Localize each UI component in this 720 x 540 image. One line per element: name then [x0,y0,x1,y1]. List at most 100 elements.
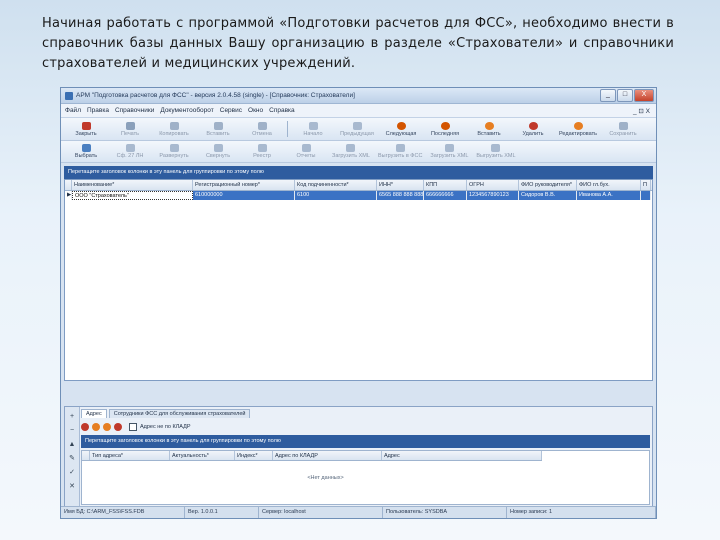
column-header[interactable]: Тип адреса* [90,451,170,460]
paste-button[interactable]: Вставить [197,119,239,139]
status-user: Пользователь: SYSDBA [383,507,507,518]
next-icon [396,121,406,130]
menu-edit[interactable]: Правка [87,107,109,114]
column-header[interactable]: Адрес по КЛАДР [273,451,382,460]
status-db: Имя БД: C:\ARM_FSS\FSS.FDB [61,507,185,518]
undo-icon [257,121,267,130]
registry-button[interactable]: Реестр [241,142,283,162]
menu-bar: Файл Правка Справочники Документооборот … [61,104,656,118]
column-header[interactable]: ОГРН [467,180,519,190]
status-bar: Имя БД: C:\ARM_FSS\FSS.FDB Вер. 1.0.0.1 … [61,506,656,518]
cell-extra[interactable] [641,191,651,200]
xml-export-icon [491,144,501,152]
menu-window[interactable]: Окно [248,107,263,114]
prev-icon [352,121,362,130]
minimize-button[interactable]: _ [600,89,616,102]
copy-button[interactable]: Копировать [153,119,195,139]
column-header[interactable]: Наименование* [72,180,193,190]
cell-ogrn[interactable]: 1234567890123 [467,191,519,200]
delete-record-icon[interactable] [114,422,122,431]
select-icon [81,144,91,152]
mdi-window-controls[interactable]: _ ⊡ X [633,107,650,115]
up-icon[interactable]: ▲ [68,441,76,449]
edit-record-icon[interactable] [103,422,111,431]
save-icon [618,121,628,130]
add-icon[interactable]: + [68,413,76,421]
cell-name[interactable]: ООО "Страхователь" [72,191,193,200]
expand-button[interactable]: Развернуть [153,142,195,162]
column-header[interactable]: КПП [424,180,467,190]
status-record: Номер записи: 1 [507,507,656,518]
check-icon[interactable]: ✓ [68,469,76,477]
export-icon [395,144,405,152]
close-button[interactable]: X [634,89,654,102]
tab-fss-staff[interactable]: Сотрудники ФСС для обслуживания страхова… [108,409,251,418]
cell-subordination-code[interactable]: 6100 [295,191,377,200]
next-record-button[interactable]: Следующая [380,119,422,139]
title-bar: АРМ "Подготовка расчетов для ФСС" - верс… [61,88,656,104]
remove-icon[interactable]: − [68,427,76,435]
menu-references[interactable]: Справочники [115,107,154,114]
printer-icon [125,121,135,130]
print-button[interactable]: Печать [109,119,151,139]
save-button[interactable]: Сохранить [602,119,644,139]
column-header[interactable]: Регистрационный номер* [193,180,295,190]
first-record-button[interactable]: Начало [292,119,334,139]
address-grid-header: Тип адреса* Актуальность* Индекс* Адрес … [82,451,542,461]
row-pointer-icon: ▶ [67,191,72,200]
tab-address[interactable]: Адрес [81,409,107,418]
column-header[interactable]: ФИО руководителя* [519,180,577,190]
form-icon [125,144,135,152]
registry-icon [257,144,267,152]
close-doc-icon [81,121,91,130]
record-icon[interactable] [81,422,89,431]
export-xml-button[interactable]: Выгрузить XML [473,142,518,162]
delete-button[interactable]: Удалить [512,119,554,139]
grid-header: Наименование* Регистрационный номер* Код… [65,180,652,191]
expand-icon [169,144,179,152]
column-header[interactable]: ФИО гл.бух. [577,180,641,190]
menu-docflow[interactable]: Документооборот [160,107,213,114]
cell-kpp[interactable]: 666666666 [424,191,467,200]
menu-service[interactable]: Сервис [220,107,242,114]
group-by-panel[interactable]: Перетащите заголовок колонки в эту панел… [64,166,653,179]
last-record-button[interactable]: Последняя [424,119,466,139]
insert-button[interactable]: Вставить [468,119,510,139]
form27-button[interactable]: Сф. 27 ЛН [109,142,151,162]
maximize-button[interactable]: □ [617,89,633,102]
column-header[interactable]: Адрес [382,451,542,460]
edit-button[interactable]: Редактировать [556,119,600,139]
column-header[interactable]: П [641,180,651,190]
menu-help[interactable]: Справка [269,107,295,114]
column-header[interactable]: ИНН* [377,180,424,190]
cell-accountant[interactable]: Иванова А.А. [577,191,641,200]
close-doc-button[interactable]: Закрыть [65,119,107,139]
cell-director[interactable]: Сидоров В.В. [519,191,577,200]
add-record-icon[interactable] [92,422,100,431]
reports-icon [301,144,311,152]
status-version: Вер. 1.0.0.1 [185,507,259,518]
prev-record-button[interactable]: Предыдущая [336,119,378,139]
column-header[interactable]: Код подчиненности* [295,180,377,190]
edit-icon [573,121,583,130]
detail-group-by-panel[interactable]: Перетащите заголовок колонки в эту панел… [81,435,650,448]
menu-file[interactable]: Файл [65,107,81,114]
cell-inn[interactable]: 6565 888 888 888888888 [377,191,424,200]
edit-icon[interactable]: ✎ [68,455,76,463]
cell-reg-number[interactable]: 610000000 [193,191,295,200]
column-header[interactable]: Актуальность* [170,451,235,460]
collapse-button[interactable]: Свернуть [197,142,239,162]
export-fss-button[interactable]: Выгрузить в ФСС [375,142,425,162]
cancel-icon[interactable]: ✕ [68,483,76,491]
select-button[interactable]: Выбрать [65,142,107,162]
load-xml-button[interactable]: Загрузить XML [329,142,373,162]
detail-toolbar: Адрес не по КЛАДР [81,420,650,433]
column-header[interactable]: Индекс* [235,451,273,460]
reports-button[interactable]: Отчеты [285,142,327,162]
undo-button[interactable]: Отмена [241,119,283,139]
detail-pane: + − ▲ ✎ ✓ ✕ Адрес Сотрудники ФСС для обс… [64,406,653,508]
load-xml2-button[interactable]: Загрузить XML [427,142,471,162]
table-row[interactable]: ▶ ООО "Страхователь" 610000000 6100 6565… [65,191,652,200]
kladr-checkbox[interactable] [129,422,137,431]
status-server: Сервер: localhost [259,507,383,518]
